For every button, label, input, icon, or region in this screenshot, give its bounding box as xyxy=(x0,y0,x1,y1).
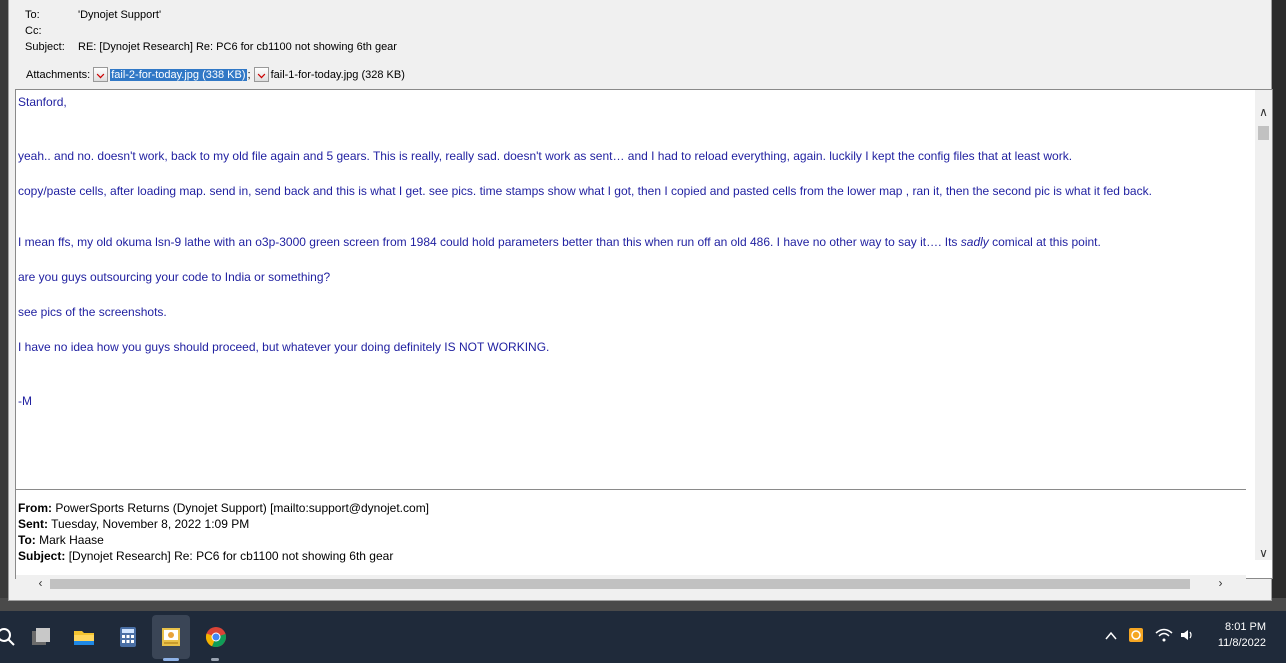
open-app-indicator xyxy=(211,658,219,661)
message-paragraph: I have no idea how you guys should proce… xyxy=(18,340,550,354)
message-text: comical at this point. xyxy=(988,235,1101,249)
to-row: To: 'Dynojet Support' xyxy=(25,9,161,21)
vertical-scrollbar[interactable]: ∧ ∨ xyxy=(1255,90,1272,560)
message-body: Stanford, yeah.. and no. doesn't work, b… xyxy=(18,90,1244,488)
cc-row: Cc: xyxy=(25,25,78,37)
forwarded-header: From: PowerSports Returns (Dynojet Suppo… xyxy=(18,500,429,564)
subject-value: RE: [Dynojet Research] Re: PC6 for cb110… xyxy=(78,41,397,53)
message-paragraph: yeah.. and no. doesn't work, back to my … xyxy=(18,149,1073,163)
clock[interactable]: 8:01 PM 11/8/2022 xyxy=(1206,619,1266,651)
signature: -M xyxy=(18,394,32,408)
message-body-pane[interactable]: Stanford, yeah.. and no. doesn't work, b… xyxy=(15,89,1273,592)
forwarded-to: To: Mark Haase xyxy=(18,532,429,548)
attachment-item[interactable]: fail-2-for-today.jpg (338 KB) xyxy=(93,67,247,82)
forwarded-subject: Subject: [Dynojet Research] Re: PC6 for … xyxy=(18,548,429,564)
message-window: To: 'Dynojet Support' Cc: Subject: RE: [Dy… xyxy=(8,0,1273,601)
message-paragraph: copy/paste cells, after loading map. sen… xyxy=(18,184,1152,198)
to-value: Mark Haase xyxy=(39,533,104,547)
attachment-separator: ; xyxy=(247,68,251,81)
attachments-label: Attachments: xyxy=(26,68,91,81)
attachment-name: fail-1-for-today.jpg (328 KB) xyxy=(270,68,405,81)
forwarded-from: From: PowerSports Returns (Dynojet Suppo… xyxy=(18,500,429,516)
image-file-icon xyxy=(93,67,109,82)
task-view-icon[interactable] xyxy=(29,625,53,649)
volume-icon[interactable] xyxy=(1179,627,1195,643)
outlook-icon[interactable] xyxy=(159,625,183,649)
calculator-icon[interactable] xyxy=(116,625,140,649)
clock-alarm-icon[interactable] xyxy=(1128,627,1144,643)
chrome-icon[interactable] xyxy=(204,625,228,649)
message-divider xyxy=(16,489,1246,490)
wifi-icon[interactable] xyxy=(1155,627,1173,643)
clock-time: 8:01 PM xyxy=(1225,621,1266,633)
search-icon[interactable] xyxy=(0,625,18,649)
attachments-row: Attachments: fail-2-for-today.jpg (338 K… xyxy=(26,67,405,82)
greeting: Stanford, xyxy=(18,95,67,109)
image-file-icon xyxy=(253,67,269,82)
subject-row: Subject: RE: [Dynojet Research] Re: PC6 f… xyxy=(25,41,397,53)
scroll-down-arrow-icon[interactable]: ∨ xyxy=(1255,545,1272,562)
attachment-name: fail-2-for-today.jpg (338 KB) xyxy=(110,68,247,81)
scroll-left-arrow-icon[interactable]: ‹ xyxy=(32,575,49,592)
taskbar: 8:01 PM 11/8/2022 xyxy=(0,611,1286,663)
cc-label: Cc: xyxy=(25,25,42,37)
subject-value: [Dynojet Research] Re: PC6 for cb1100 no… xyxy=(68,549,394,563)
horizontal-scrollbar[interactable]: ‹ › xyxy=(16,575,1246,592)
chevron-up-icon[interactable] xyxy=(1104,629,1118,643)
to-label: To: xyxy=(18,533,36,547)
message-paragraph: see pics of the screenshots. xyxy=(18,305,167,319)
sent-label: Sent: xyxy=(18,517,48,531)
sent-value: Tuesday, November 8, 2022 1:09 PM xyxy=(51,517,250,531)
forwarded-sent: Sent: Tuesday, November 8, 2022 1:09 PM xyxy=(18,516,429,532)
from-label: From: xyxy=(18,501,52,515)
subject-label: Subject: xyxy=(18,549,66,563)
attachment-item[interactable]: fail-1-for-today.jpg (328 KB) xyxy=(253,67,405,82)
from-value: PowerSports Returns (Dynojet Support) [m… xyxy=(55,501,430,515)
scroll-up-arrow-icon[interactable]: ∧ xyxy=(1255,104,1272,121)
scroll-right-arrow-icon[interactable]: › xyxy=(1212,575,1229,592)
active-app-indicator xyxy=(163,658,179,661)
clock-date: 11/8/2022 xyxy=(1217,637,1266,649)
to-value[interactable]: 'Dynojet Support' xyxy=(78,9,161,21)
message-paragraph: I mean ffs, my old okuma lsn-9 lathe wit… xyxy=(18,234,1238,250)
message-text: I mean ffs, my old okuma lsn-9 lathe wit… xyxy=(18,235,961,249)
vertical-scroll-thumb[interactable] xyxy=(1258,126,1269,140)
file-explorer-icon[interactable] xyxy=(72,625,96,649)
horizontal-scroll-thumb[interactable] xyxy=(50,579,1190,589)
subject-label: Subject: xyxy=(25,41,65,53)
message-paragraph: are you guys outsourcing your code to In… xyxy=(18,270,331,284)
to-label: To: xyxy=(25,9,40,21)
emphasis-text: sadly xyxy=(960,235,989,249)
